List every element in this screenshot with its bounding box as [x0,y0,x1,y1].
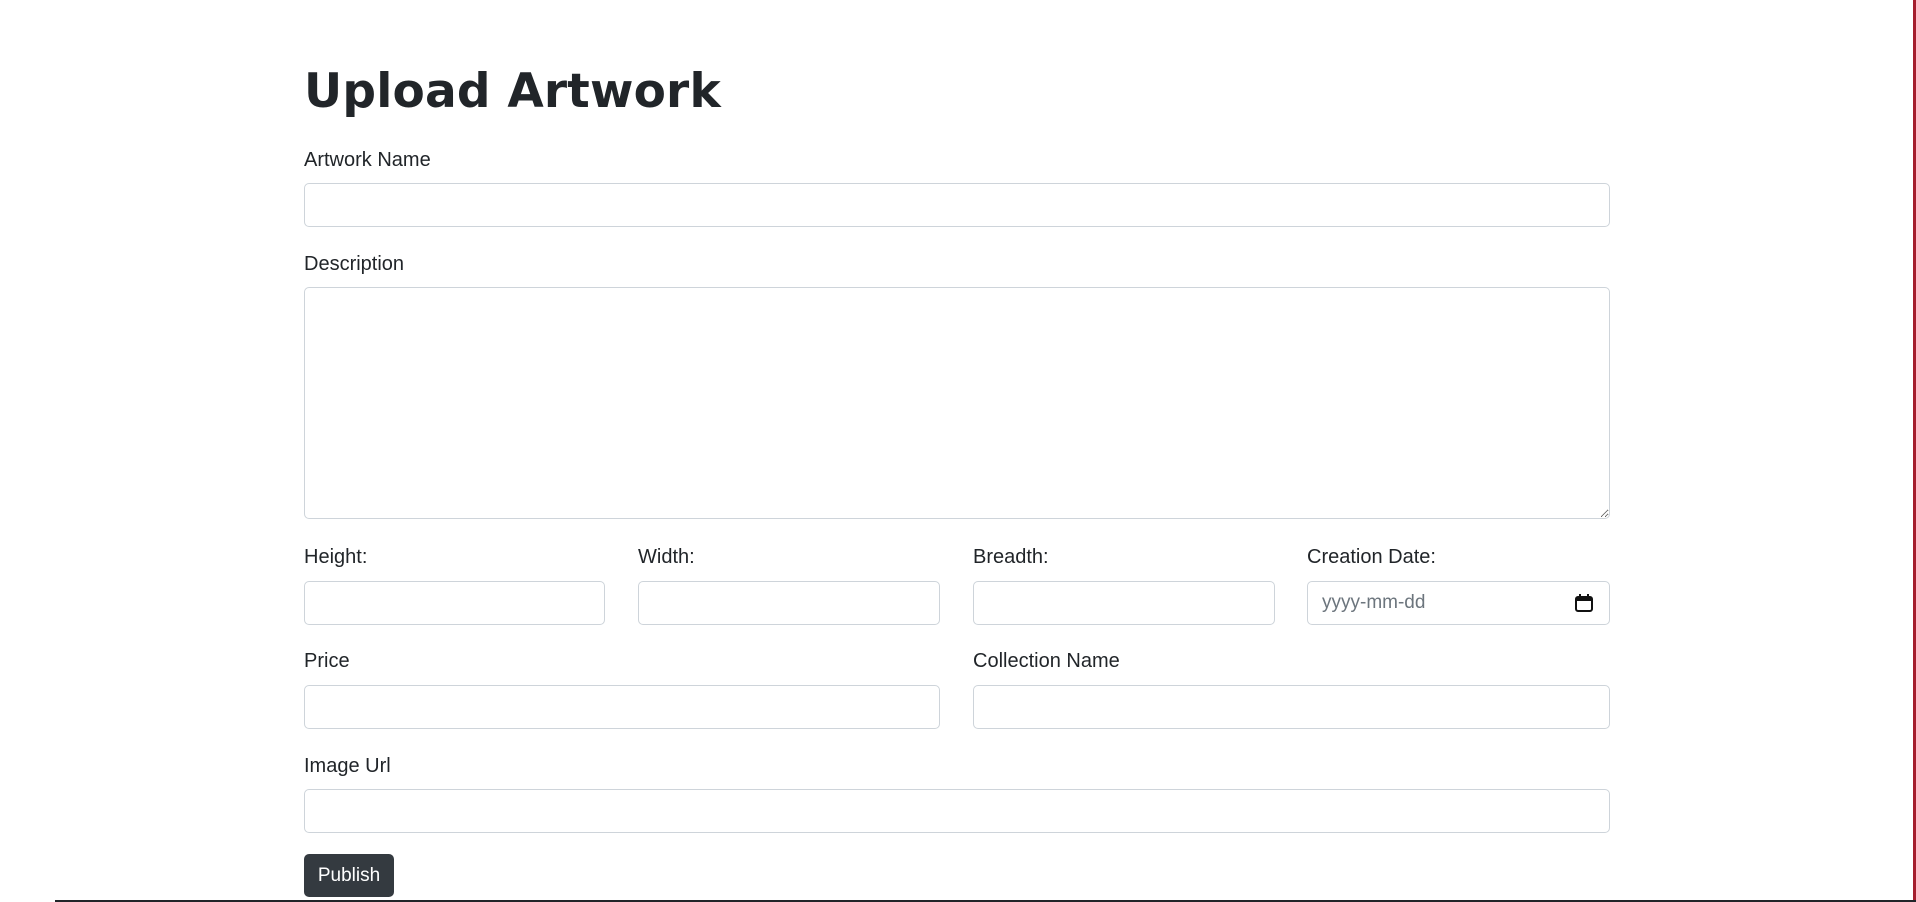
calendar-icon[interactable] [1573,592,1595,614]
breadth-label: Breadth: [973,546,1049,568]
creation-date-label: Creation Date: [1307,546,1436,568]
description-label: Description [304,253,405,275]
artwork-name-input[interactable] [304,183,1610,227]
creation-date-input[interactable]: yyyy-mm-dd [1307,581,1610,625]
artwork-name-label: Artwork Name [304,149,431,171]
breadth-input[interactable] [973,581,1275,625]
price-input[interactable] [304,685,940,729]
height-input[interactable] [304,581,605,625]
width-label: Width: [638,546,695,568]
width-input[interactable] [638,581,940,625]
creation-date-placeholder: yyyy-mm-dd [1322,592,1426,613]
image-url-input[interactable] [304,789,1610,833]
height-label: Height: [304,546,368,568]
publish-button[interactable]: Publish [304,854,394,897]
price-label: Price [304,650,350,672]
collection-name-input[interactable] [973,685,1610,729]
image-url-label: Image Url [304,755,391,777]
page-title: Upload Artwork [304,64,721,119]
collection-name-label: Collection Name [973,650,1120,672]
description-textarea[interactable] [304,287,1610,519]
